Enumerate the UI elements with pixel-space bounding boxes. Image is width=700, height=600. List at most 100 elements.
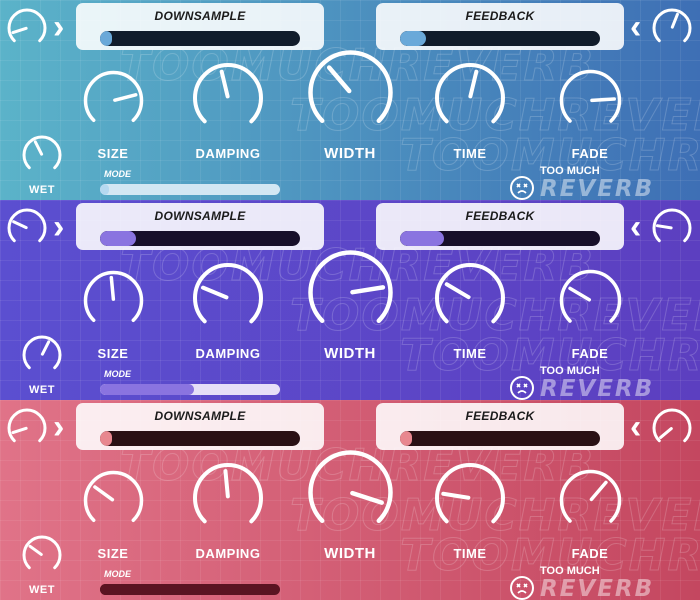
- left-corner-knob-pointer: [11, 26, 28, 35]
- wet-knob[interactable]: [21, 534, 63, 576]
- feedback-title: FEEDBACK: [465, 209, 535, 223]
- mode-slider[interactable]: [100, 184, 280, 195]
- time-label: TIME: [453, 146, 487, 161]
- size-knob[interactable]: [82, 469, 145, 532]
- chevron-right-icon[interactable]: ›: [53, 410, 64, 444]
- sad-face-icon: [510, 576, 534, 600]
- plugin-panel-red: TOOMUCHREVERBTOOMUCHREVERBTOOMUCHREVERBD…: [0, 400, 700, 600]
- chevron-right-icon[interactable]: ›: [53, 10, 64, 44]
- right-corner-knob-arc: [652, 408, 692, 443]
- time-knob-pointer: [468, 69, 479, 99]
- right-corner-knob[interactable]: [651, 207, 693, 249]
- feedback-panel: FEEDBACK: [376, 203, 624, 250]
- left-corner-knob-pointer: [11, 426, 28, 435]
- time-knob-pointer: [444, 282, 471, 300]
- right-corner-knob[interactable]: [651, 7, 693, 49]
- mode-slider[interactable]: [100, 584, 280, 595]
- width-knob[interactable]: [306, 448, 395, 537]
- width-knob[interactable]: [306, 248, 395, 337]
- fade-knob[interactable]: [558, 468, 623, 533]
- damping-knob[interactable]: [191, 461, 265, 535]
- fade-knob[interactable]: [558, 268, 623, 333]
- left-corner-knob[interactable]: [6, 407, 48, 449]
- chevron-left-icon[interactable]: ‹: [630, 10, 641, 44]
- size-knob-pointer: [112, 92, 137, 102]
- size-knob[interactable]: [82, 69, 145, 132]
- fade-knob-arc: [559, 69, 621, 123]
- right-corner-knob-pointer: [655, 224, 673, 230]
- mode-slider[interactable]: [100, 384, 280, 395]
- time-knob[interactable]: [433, 461, 507, 535]
- mode-label: MODE: [104, 169, 131, 179]
- right-corner-knob-pointer: [659, 427, 673, 439]
- damping-knob-arc: [193, 263, 263, 324]
- downsample-slider[interactable]: [100, 31, 300, 46]
- downsample-slider[interactable]: [100, 431, 300, 446]
- size-label: SIZE: [97, 146, 129, 161]
- fade-knob-pointer: [567, 286, 591, 302]
- damping-knob-pointer: [219, 69, 230, 99]
- downsample-title: DOWNSAMPLE: [154, 209, 246, 223]
- wet-knob-pointer: [33, 140, 44, 156]
- fade-knob[interactable]: [558, 68, 623, 133]
- left-corner-knob-arc: [7, 408, 47, 443]
- sad-face-icon: [510, 176, 534, 200]
- width-knob[interactable]: [306, 48, 395, 137]
- wet-knob[interactable]: [21, 334, 63, 376]
- feedback-title: FEEDBACK: [465, 9, 535, 23]
- downsample-slider-fill: [100, 231, 136, 246]
- time-knob-pointer: [441, 491, 471, 500]
- size-knob[interactable]: [82, 269, 145, 332]
- width-knob-arc: [307, 449, 393, 523]
- mode-label: MODE: [104, 369, 131, 379]
- damping-knob[interactable]: [191, 261, 265, 335]
- feedback-slider[interactable]: [400, 31, 600, 46]
- feedback-slider-fill: [400, 31, 426, 46]
- downsample-panel: DOWNSAMPLE: [76, 203, 324, 250]
- chevron-right-icon[interactable]: ›: [53, 210, 64, 244]
- chevron-left-icon[interactable]: ‹: [630, 210, 641, 244]
- plugin-panel-blue: TOOMUCHREVERBTOOMUCHREVERBTOOMUCHREVERBD…: [0, 0, 700, 200]
- left-corner-knob[interactable]: [6, 7, 48, 49]
- feedback-slider-fill: [400, 431, 412, 446]
- brand-logo-text: REVERB: [540, 376, 655, 400]
- left-corner-knob[interactable]: [6, 207, 48, 249]
- wet-knob[interactable]: [21, 134, 63, 176]
- wet-knob-pointer: [40, 340, 51, 356]
- downsample-panel: DOWNSAMPLE: [76, 403, 324, 450]
- wet-label: WET: [29, 184, 55, 196]
- damping-knob[interactable]: [191, 61, 265, 135]
- downsample-title: DOWNSAMPLE: [154, 409, 246, 423]
- mode-slider-fill: [100, 384, 194, 395]
- brand-logo-text: REVERB: [540, 176, 655, 200]
- fade-knob-pointer: [589, 480, 608, 501]
- fade-label: FADE: [571, 546, 609, 561]
- downsample-slider[interactable]: [100, 231, 300, 246]
- damping-label: DAMPING: [195, 146, 261, 161]
- fade-knob-pointer: [589, 96, 616, 102]
- damping-knob-pointer: [200, 285, 229, 300]
- right-corner-knob[interactable]: [651, 407, 693, 449]
- mode-slider-fill: [100, 584, 109, 595]
- mode-slider-fill: [100, 184, 109, 195]
- feedback-slider[interactable]: [400, 231, 600, 246]
- width-knob-pointer: [326, 64, 351, 93]
- left-corner-knob-pointer: [12, 220, 28, 230]
- mode-label: MODE: [104, 569, 131, 579]
- left-corner-knob-arc: [7, 208, 47, 243]
- width-label: WIDTH: [324, 345, 376, 362]
- time-knob-arc: [435, 263, 505, 324]
- damping-label: DAMPING: [195, 346, 261, 361]
- brand-logo-text: REVERB: [540, 576, 655, 600]
- feedback-slider[interactable]: [400, 431, 600, 446]
- size-knob-pointer: [109, 275, 115, 301]
- width-knob-arc: [307, 49, 393, 123]
- time-knob[interactable]: [433, 61, 507, 135]
- downsample-slider-fill: [100, 31, 112, 46]
- time-knob[interactable]: [433, 261, 507, 335]
- sad-face-icon: [510, 376, 534, 400]
- feedback-slider-fill: [400, 231, 444, 246]
- chevron-left-icon[interactable]: ‹: [630, 410, 641, 444]
- width-knob-pointer: [349, 284, 385, 294]
- time-label: TIME: [453, 346, 487, 361]
